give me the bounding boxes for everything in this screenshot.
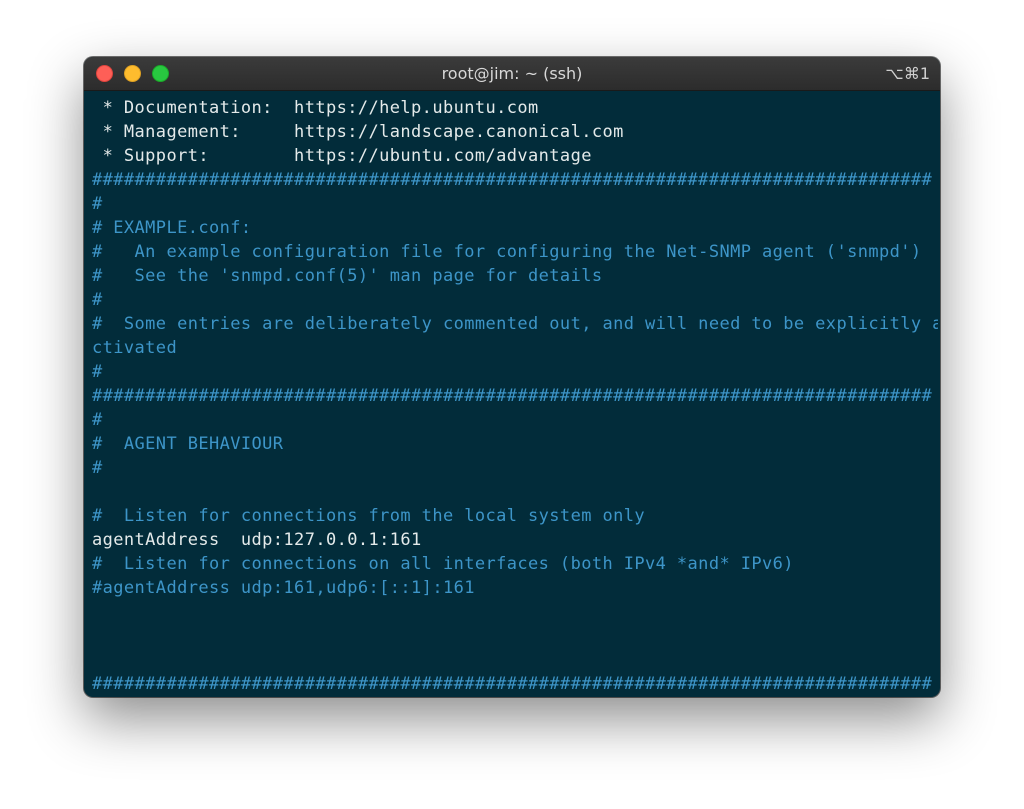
terminal-line: ########################################… (92, 386, 933, 406)
terminal-line: #agentAddress udp:161,udp6:[::1]:161 (92, 578, 475, 598)
terminal-line: # Listen for connections from the local … (92, 506, 646, 526)
terminal-line: # EXAMPLE.conf: (92, 218, 252, 238)
terminal-window: root@jim: ~ (ssh) ⌥⌘1 * Documentation: h… (84, 57, 940, 697)
window-title: root@jim: ~ (ssh) (441, 64, 583, 83)
title-bar[interactable]: root@jim: ~ (ssh) ⌥⌘1 (84, 57, 940, 91)
terminal-line: # (92, 290, 103, 310)
terminal-line: * Management: https://landscape.canonica… (92, 122, 624, 142)
terminal-line: ########################################… (92, 170, 933, 190)
terminal-line: ctivated (92, 338, 178, 358)
terminal-line: * Documentation: https://help.ubuntu.com (92, 98, 539, 118)
terminal-line: agentAddress udp:127.0.0.1:161 (92, 530, 422, 550)
terminal-line: # Some entries are deliberately commente… (92, 314, 938, 334)
terminal-line: * Support: https://ubuntu.com/advantage (92, 146, 592, 166)
terminal-line: ########################################… (92, 674, 933, 694)
terminal-line: # An example configuration file for conf… (92, 242, 922, 262)
terminal-line: # AGENT BEHAVIOUR (92, 434, 284, 454)
terminal-line: # Listen for connections on all interfac… (92, 554, 794, 574)
terminal-line: # (92, 362, 103, 382)
terminal-line: # (92, 410, 103, 430)
terminal-line: # See the 'snmpd.conf(5)' man page for d… (92, 266, 603, 286)
tab-shortcut-label: ⌥⌘1 (885, 64, 930, 83)
terminal-line: # (92, 194, 103, 214)
terminal-output[interactable]: * Documentation: https://help.ubuntu.com… (92, 96, 938, 696)
terminal-line: # (92, 458, 103, 478)
